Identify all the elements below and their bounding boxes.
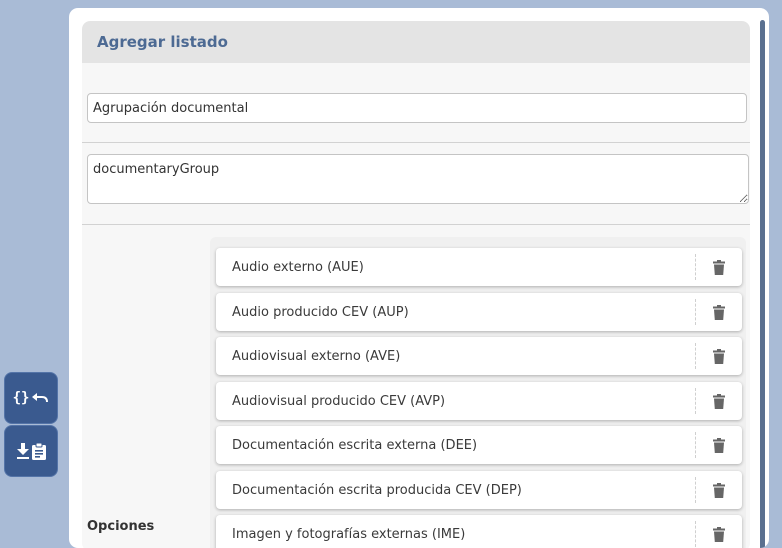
option-label: Audiovisual externo (AVE) <box>232 348 401 364</box>
form-card: Agregar listado documentaryGroup Opcione… <box>82 21 750 548</box>
delete-option-button[interactable] <box>696 426 742 464</box>
scrollbar[interactable] <box>760 20 765 548</box>
page-title: Agregar listado <box>97 33 228 51</box>
undo-icon <box>32 393 49 403</box>
delete-option-button[interactable] <box>696 515 742 548</box>
list-item[interactable]: Imagen y fotografías externas (IME) <box>216 515 742 548</box>
trash-icon <box>713 259 725 275</box>
option-label: Audiovisual producido CEV (AVP) <box>232 393 446 409</box>
list-key-textarea[interactable]: documentaryGroup <box>87 154 749 204</box>
options-list: Audio externo (AUE) Audio producido CEV … <box>210 237 746 548</box>
list-item[interactable]: Documentación escrita producida CEV (DEP… <box>216 471 742 509</box>
delete-option-button[interactable] <box>696 337 742 375</box>
divider <box>82 142 750 143</box>
list-item[interactable]: Audio externo (AUE) <box>216 248 742 286</box>
list-item[interactable]: Audiovisual producido CEV (AVP) <box>216 382 742 420</box>
trash-icon <box>713 304 725 320</box>
list-name-input[interactable] <box>87 93 747 123</box>
trash-icon <box>713 437 725 453</box>
option-label: Audio externo (AUE) <box>232 259 364 275</box>
list-item[interactable]: Audiovisual externo (AVE) <box>216 337 742 375</box>
json-undo-button[interactable]: {} <box>4 372 58 424</box>
trash-icon <box>713 482 725 498</box>
form-panel: Agregar listado documentaryGroup Opcione… <box>69 8 769 548</box>
divider <box>82 224 750 225</box>
list-item[interactable]: Audio producido CEV (AUP) <box>216 293 742 331</box>
delete-option-button[interactable] <box>696 471 742 509</box>
clipboard-icon <box>32 442 46 460</box>
delete-option-button[interactable] <box>696 382 742 420</box>
option-label: Documentación escrita producida CEV (DEP… <box>232 482 522 498</box>
trash-icon <box>713 348 725 364</box>
list-item[interactable]: Documentación escrita externa (DEE) <box>216 426 742 464</box>
download-clipboard-button[interactable] <box>4 425 58 477</box>
options-label: Opciones <box>87 519 155 534</box>
option-label: Documentación escrita externa (DEE) <box>232 437 478 453</box>
download-icon <box>17 443 29 459</box>
option-label: Audio producido CEV (AUP) <box>232 304 409 320</box>
delete-option-button[interactable] <box>696 293 742 331</box>
braces-icon: {} <box>12 390 30 406</box>
card-header: Agregar listado <box>82 21 750 63</box>
delete-option-button[interactable] <box>696 248 742 286</box>
trash-icon <box>713 393 725 409</box>
